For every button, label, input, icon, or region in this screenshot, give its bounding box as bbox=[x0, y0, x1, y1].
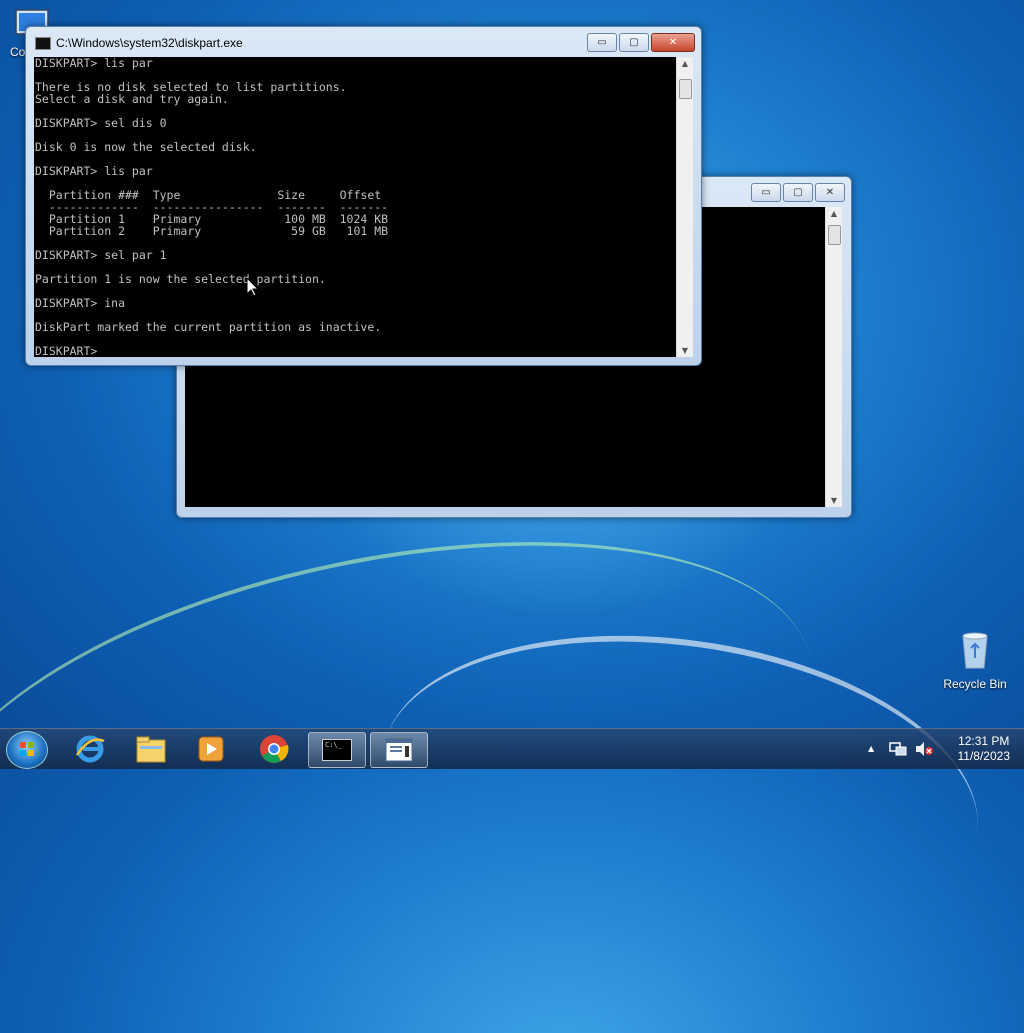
tray-arrow-icon: ▲ bbox=[868, 744, 875, 753]
cmd-window-icon bbox=[35, 37, 51, 50]
console-line: DISKPART> bbox=[35, 344, 98, 357]
media-player-icon bbox=[198, 736, 224, 762]
clock-time: 12:31 PM bbox=[958, 734, 1010, 748]
recycle-bin-icon bbox=[962, 632, 988, 669]
clock-date: 11/8/2023 bbox=[957, 749, 1011, 763]
taskbar-cmd-button[interactable]: C:\_ bbox=[308, 732, 366, 768]
scroll-down-icon[interactable]: ▼ bbox=[829, 496, 839, 505]
diskpart-console-output[interactable]: DISKPART> lis par There is no disk selec… bbox=[34, 57, 676, 357]
start-button[interactable] bbox=[6, 731, 48, 769]
scroll-up-icon[interactable]: ▲ bbox=[680, 59, 690, 68]
diskpart-console-window[interactable]: C:\Windows\system32\diskpart.exe ▭ ▢ ✕ D… bbox=[25, 26, 702, 366]
background-maximize-button[interactable]: ▢ bbox=[783, 183, 813, 202]
clock[interactable]: 12:31 PM 11/8/2023 bbox=[958, 734, 1011, 764]
background-scrollbar[interactable]: ▲ ▼ bbox=[825, 207, 842, 507]
show-hidden-icons-button[interactable]: ▲ bbox=[868, 741, 874, 754]
taskbar: C:\_ ▲ 12:31 PM 11/8/2023 bbox=[0, 728, 1024, 769]
console-line: DISKPART> lis par bbox=[35, 164, 153, 178]
mouse-cursor-icon bbox=[247, 278, 259, 297]
maximize-icon: ▢ bbox=[629, 37, 639, 48]
chrome-icon bbox=[260, 735, 289, 763]
internet-explorer-icon bbox=[75, 735, 105, 763]
background-close-button[interactable]: ✕ bbox=[815, 183, 845, 202]
diskpart-scrollbar[interactable]: ▲ ▼ bbox=[676, 57, 693, 357]
close-icon: ✕ bbox=[825, 187, 835, 198]
taskbar-explorer-button[interactable] bbox=[123, 732, 179, 766]
console-line: DISKPART> sel dis 0 bbox=[35, 116, 167, 130]
minimize-icon: ▭ bbox=[597, 37, 607, 48]
background-minimize-button[interactable]: ▭ bbox=[751, 183, 781, 202]
console-line: Select a disk and try again. bbox=[35, 92, 229, 106]
maximize-icon: ▢ bbox=[793, 187, 803, 198]
recycle-bin-label: Recycle Bin bbox=[943, 677, 1007, 691]
application-window-icon bbox=[385, 738, 413, 762]
scroll-thumb[interactable] bbox=[828, 225, 841, 245]
volume-muted-icon[interactable] bbox=[914, 741, 934, 757]
scroll-up-icon[interactable]: ▲ bbox=[829, 209, 839, 218]
cmd-icon: C:\_ bbox=[322, 739, 352, 761]
taskbar-chrome-button[interactable] bbox=[246, 732, 302, 766]
maximize-button[interactable]: ▢ bbox=[619, 33, 649, 52]
window-title: C:\Windows\system32\diskpart.exe bbox=[56, 36, 243, 50]
console-line: DISKPART> ina bbox=[35, 296, 126, 310]
scroll-down-icon[interactable]: ▼ bbox=[680, 346, 690, 355]
console-line: Partition 1 is now the selected partitio… bbox=[35, 272, 326, 286]
minimize-icon: ▭ bbox=[761, 187, 771, 198]
console-line: Disk 0 is now the selected disk. bbox=[35, 140, 257, 154]
taskbar-window-button[interactable] bbox=[370, 732, 428, 768]
taskbar-media-player-button[interactable] bbox=[183, 732, 239, 766]
console-line: DISKPART> sel par 1 bbox=[35, 248, 167, 262]
folder-icon bbox=[136, 736, 166, 763]
minimize-button[interactable]: ▭ bbox=[587, 33, 617, 52]
console-line: DISKPART> lis par bbox=[35, 57, 153, 70]
console-line: Partition 2 Primary 59 GB 101 MB bbox=[35, 224, 389, 238]
close-button[interactable]: ✕ bbox=[651, 33, 695, 52]
network-icon[interactable] bbox=[889, 741, 907, 757]
close-icon: ✕ bbox=[668, 37, 678, 48]
diskpart-window-titlebar[interactable]: C:\Windows\system32\diskpart.exe ▭ ▢ ✕ bbox=[26, 27, 701, 57]
taskbar-ie-button[interactable] bbox=[62, 732, 118, 766]
recycle-bin-desktop-icon[interactable]: Recycle Bin bbox=[940, 630, 1010, 691]
windows-logo-icon bbox=[20, 742, 34, 756]
scroll-thumb[interactable] bbox=[679, 79, 692, 99]
console-line: DiskPart marked the current partition as… bbox=[35, 320, 382, 334]
